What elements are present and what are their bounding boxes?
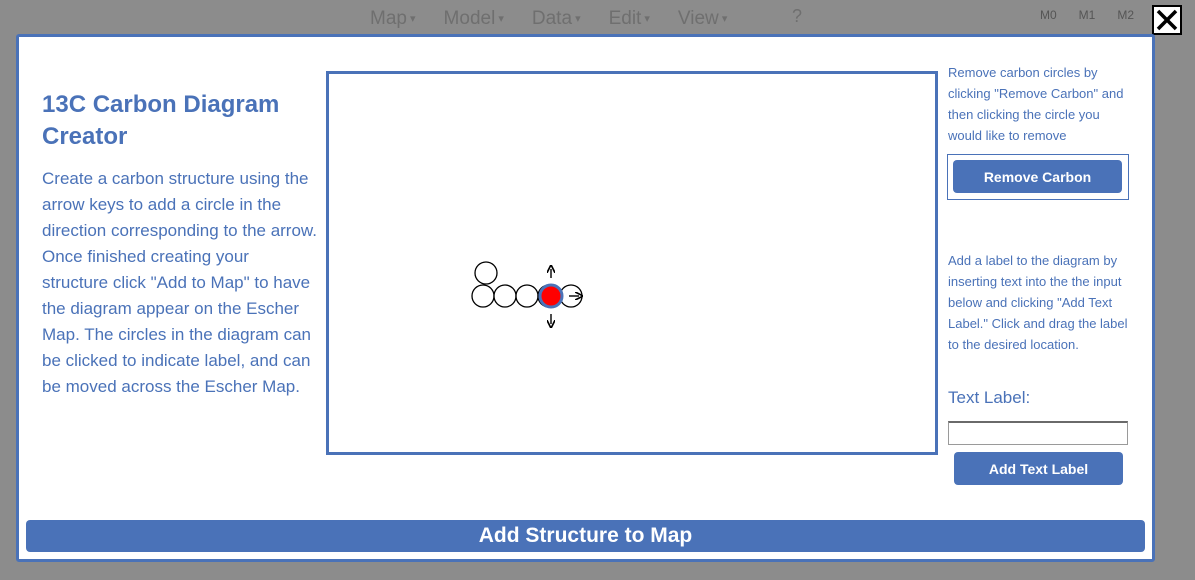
remove-carbon-container: Remove Carbon [947, 154, 1129, 200]
carbon-circle[interactable] [493, 284, 517, 308]
carbon-circle[interactable] [471, 284, 495, 308]
menu-data: Data [532, 8, 581, 30]
remove-carbon-button[interactable]: Remove Carbon [953, 160, 1122, 193]
close-icon [1156, 9, 1178, 31]
menu-view: View [678, 8, 727, 30]
text-label-heading: Text Label: [948, 388, 1031, 407]
carbon-diagram [471, 261, 935, 452]
carbon-circle[interactable] [515, 284, 539, 308]
legend-m0: M0 [1040, 8, 1057, 22]
modal-description: Create a carbon structure using the arro… [42, 169, 317, 396]
modal-title: 13C Carbon Diagram Creator [42, 91, 280, 150]
menu-model: Model [444, 8, 504, 30]
text-label-help: Add a label to the diagram by inserting … [948, 253, 1128, 352]
selected-carbon-circle[interactable] [538, 283, 564, 309]
background-menu-bar: Map Model Data Edit View [370, 8, 727, 30]
remove-carbon-help: Remove carbon circles by clicking "Remov… [948, 65, 1124, 143]
add-structure-to-map-button[interactable]: Add Structure to Map [26, 520, 1145, 552]
legend-m1: M1 [1078, 8, 1096, 22]
add-text-label-button[interactable]: Add Text Label [954, 452, 1123, 485]
text-label-input[interactable] [948, 421, 1128, 445]
diagram-canvas[interactable] [326, 71, 938, 455]
close-button[interactable] [1152, 5, 1182, 35]
legend-m2: M2 [1117, 8, 1135, 22]
carbon-diagram-modal: 13C Carbon Diagram Creator Create a carb… [16, 34, 1155, 562]
menu-map: Map [370, 8, 416, 30]
help-icon: ? [792, 6, 803, 26]
carbon-circle[interactable] [474, 261, 498, 285]
menu-edit: Edit [609, 8, 650, 30]
background-legend: M0 M1 M2 [1040, 8, 1134, 22]
